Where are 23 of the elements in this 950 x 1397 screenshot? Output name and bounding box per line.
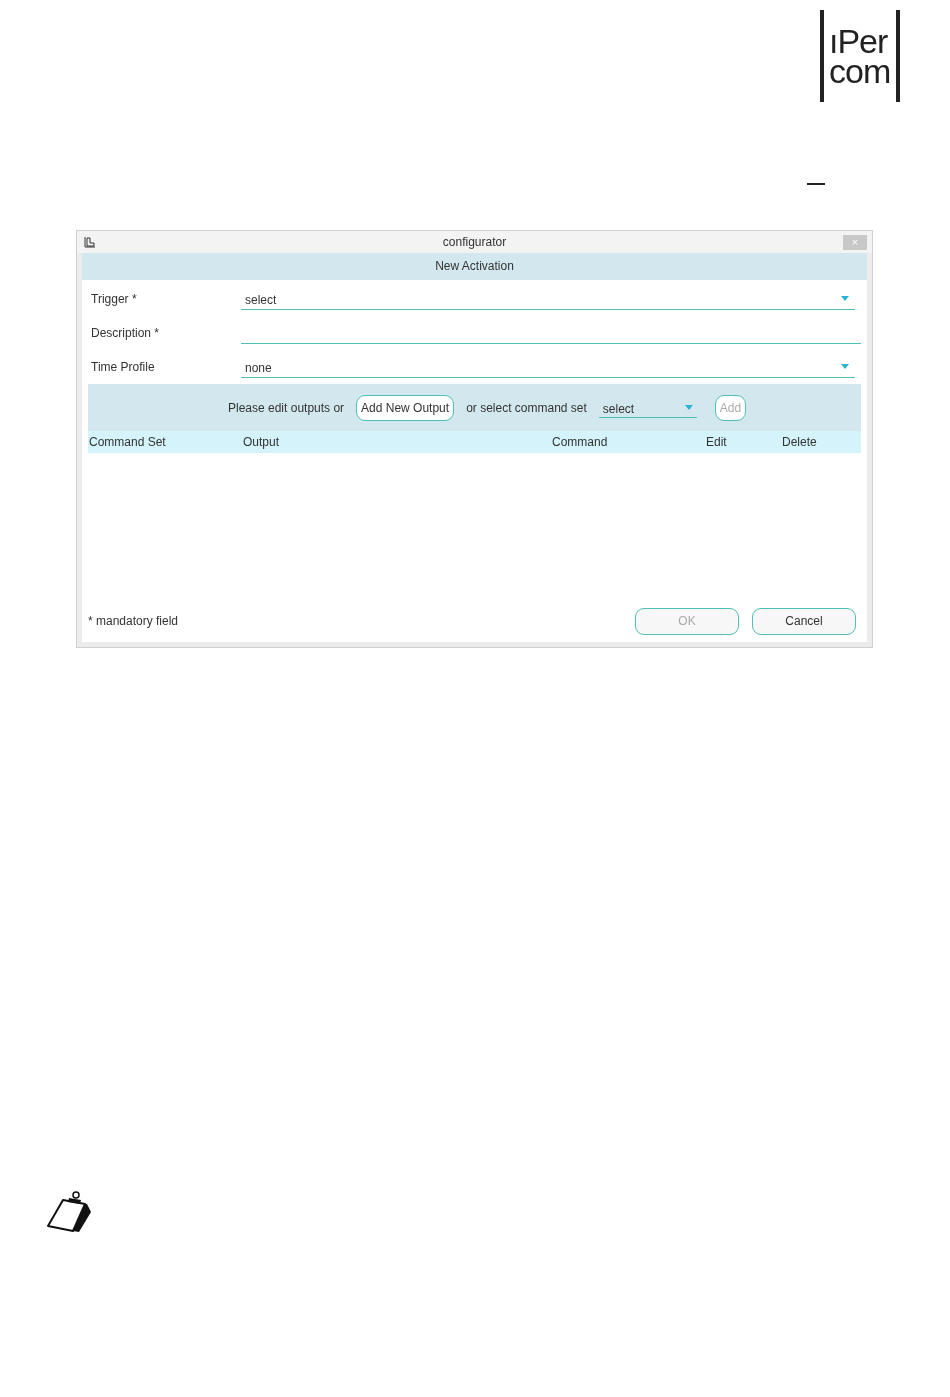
dropdown-arrow-icon [841,296,849,301]
command-set-dropdown[interactable]: select [598,397,697,418]
prompt-text: Please edit outputs or [228,400,345,415]
window-title: configurator [442,235,507,249]
command-set-label: or select command set [466,400,587,415]
field-label: Description * [91,326,161,342]
column-header: Edit [705,435,728,449]
column-header: Command [551,435,609,449]
app-icon [84,236,96,248]
add-output-button[interactable]: Add New Output [356,394,455,421]
dialog-button[interactable]: Cancel [752,607,856,635]
logo: ıPer com [820,10,900,102]
dropdown-field[interactable]: select [241,290,855,310]
dialog-header: New Activation [82,253,867,280]
footer-note: * mandatory field [88,614,179,628]
field-label: Trigger * [91,292,138,308]
column-header: Command Set [88,435,167,449]
dropdown-arrow-icon [684,404,693,410]
column-header: Output [242,435,281,449]
field-label: Time Profile [91,360,156,376]
dropdown-field[interactable]: none [241,358,855,378]
column-header: Delete [781,435,818,449]
dropdown-arrow-icon [841,364,849,369]
